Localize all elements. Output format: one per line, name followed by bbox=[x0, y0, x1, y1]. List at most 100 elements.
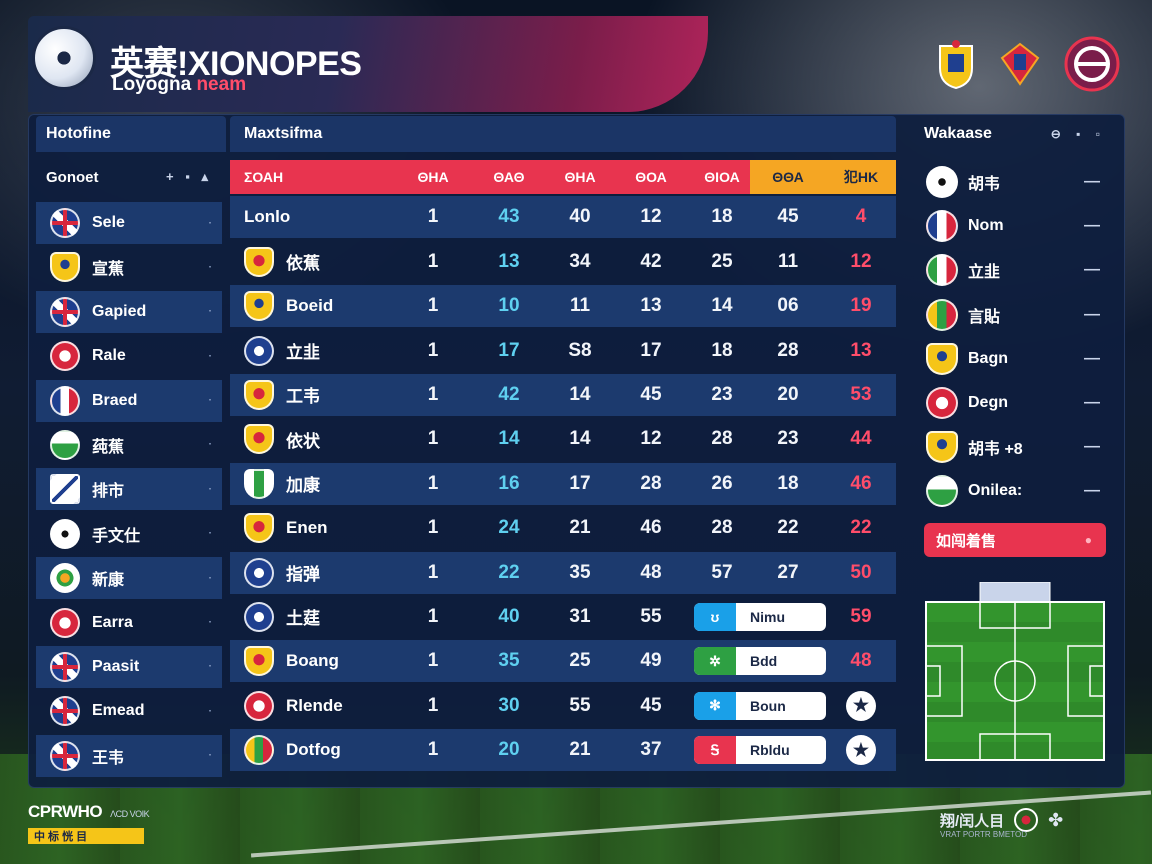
pill-icon: ✻ bbox=[694, 691, 736, 720]
collapse-icon[interactable]: — bbox=[1084, 438, 1100, 456]
status-pill-cell[interactable]: ✲ Bdd bbox=[694, 647, 826, 676]
left-list-item[interactable]: 排市 · bbox=[36, 468, 222, 511]
star-icon[interactable]: ★ bbox=[846, 690, 876, 721]
team-flag-icon bbox=[50, 429, 80, 460]
team-flag-icon bbox=[50, 385, 80, 416]
action-button[interactable]: 如闯着售 ● bbox=[924, 523, 1106, 557]
column-header[interactable]: ΣΟΑΗ bbox=[230, 160, 400, 194]
left-list-item[interactable]: 王韦 · bbox=[36, 734, 222, 777]
left-list-item[interactable]: Gapied · bbox=[36, 290, 222, 333]
left-list-item[interactable]: Rale · bbox=[36, 335, 222, 377]
table-row[interactable]: 指弹 1 22 35 48 57 27 50 bbox=[230, 551, 896, 594]
stat-cell: 42 bbox=[640, 250, 662, 272]
stat-cell: 1 bbox=[427, 206, 439, 228]
left-item-label: 莼蕉 bbox=[92, 438, 125, 456]
table-row[interactable]: 加康 1 16 17 28 26 18 46 bbox=[230, 462, 896, 505]
stat-cell: 48 bbox=[640, 561, 662, 583]
more-dot-icon: · bbox=[208, 705, 212, 717]
table-row[interactable]: 依状 1 14 14 12 28 23 44 bbox=[230, 418, 896, 460]
table-row[interactable]: Dotfog 1 20 21 37 Ꭶ Rbldu ★ bbox=[230, 729, 896, 772]
collapse-icon[interactable]: — bbox=[1084, 217, 1100, 235]
table-row[interactable]: 土莛 1 40 31 55 ʊ Nimu 59 bbox=[230, 596, 896, 638]
status-pill[interactable]: Ꭶ Rbldu bbox=[694, 736, 826, 765]
right-list-item[interactable]: Bagn — bbox=[914, 337, 1114, 381]
star-cell[interactable]: ★ bbox=[826, 735, 896, 766]
column-header[interactable]: ΘΑΘ bbox=[466, 160, 552, 194]
right-list-item[interactable]: 立韭 — bbox=[914, 248, 1114, 292]
left-list-item[interactable]: 手文仕 · bbox=[36, 513, 222, 555]
status-pill-cell[interactable]: Ꭶ Rbldu bbox=[694, 736, 826, 765]
status-pill-cell[interactable]: ✻ Boun bbox=[694, 691, 826, 720]
star-icon[interactable]: ★ bbox=[846, 735, 876, 766]
table-row[interactable]: 工韦 1 42 14 45 23 20 53 bbox=[230, 373, 896, 416]
status-pill-cell[interactable]: ʊ Nimu bbox=[694, 602, 826, 631]
left-list-item[interactable]: Earra · bbox=[36, 602, 222, 644]
stat-cell: 37 bbox=[640, 739, 662, 761]
left-item-label: 宣蕉 bbox=[92, 261, 125, 279]
stat-cell: 17 bbox=[498, 339, 520, 361]
right-list-item[interactable]: Nom — bbox=[914, 204, 1114, 248]
points-cell: 59 bbox=[850, 605, 872, 627]
table-row[interactable]: 依蕉 1 13 34 42 25 11 12 bbox=[230, 241, 896, 283]
left-list-item[interactable]: Braed · bbox=[36, 379, 222, 422]
team-flag-icon bbox=[50, 740, 80, 771]
crest-circle-icon[interactable] bbox=[1064, 36, 1120, 92]
collapse-icon[interactable]: — bbox=[1084, 350, 1100, 368]
left-list-item[interactable]: Emead · bbox=[36, 690, 222, 732]
right-list-item[interactable]: Degn — bbox=[914, 381, 1114, 425]
left-item-label: Emead bbox=[92, 702, 145, 720]
column-header[interactable]: ΘΟΑ bbox=[608, 160, 694, 194]
collapse-icon[interactable]: — bbox=[1084, 173, 1100, 191]
collapse-icon[interactable]: — bbox=[1084, 261, 1100, 279]
right-list-item[interactable]: 言貼 — bbox=[914, 293, 1114, 337]
more-dot-icon: · bbox=[208, 395, 212, 407]
right-controls[interactable]: ⊖ ▪ ▫ bbox=[1051, 116, 1106, 152]
crest-diamond-icon[interactable] bbox=[1000, 38, 1040, 90]
team-flag-icon bbox=[926, 431, 958, 464]
right-item-label: 胡韦 bbox=[968, 176, 1001, 194]
table-row[interactable]: Boang 1 35 25 49 ✲ Bdd 48 bbox=[230, 640, 896, 683]
star-cell[interactable]: ★ bbox=[826, 690, 896, 721]
status-pill[interactable]: ✻ Boun bbox=[694, 691, 826, 720]
share-icon[interactable]: ✤ bbox=[1048, 810, 1063, 831]
sponsor-logo-icon[interactable] bbox=[1014, 808, 1039, 832]
collapse-icon[interactable]: — bbox=[1084, 306, 1100, 324]
collapse-icon[interactable]: — bbox=[1084, 482, 1100, 500]
left-list-item[interactable]: Sele · bbox=[36, 202, 222, 244]
table-row[interactable]: Enen 1 24 21 46 28 22 22 bbox=[230, 507, 896, 549]
crest-shield-icon[interactable] bbox=[936, 38, 976, 90]
table-row[interactable]: Lonlo 1 43 40 12 18 45 4 bbox=[230, 196, 896, 239]
stat-cell: 18 bbox=[777, 472, 799, 494]
column-header[interactable]: ΘΗΑ bbox=[552, 160, 608, 194]
stat-cell: 55 bbox=[640, 605, 662, 627]
more-dot-icon: · bbox=[208, 483, 212, 495]
left-list-item[interactable]: 宣蕉 · bbox=[36, 246, 222, 288]
stat-cell: 1 bbox=[427, 561, 439, 583]
right-list-item[interactable]: 胡韦 — bbox=[914, 160, 1114, 204]
team-flag-icon bbox=[50, 296, 80, 327]
left-controls[interactable]: + ▪ ▴ bbox=[166, 169, 212, 185]
status-pill[interactable]: ✲ Bdd bbox=[694, 647, 826, 676]
column-header[interactable]: ΘΙΟΑ bbox=[694, 160, 750, 194]
left-list-item[interactable]: Paasit · bbox=[36, 645, 222, 688]
right-item-label: 胡韦 +8 bbox=[968, 441, 1023, 459]
right-list-item[interactable]: 胡韦 +8 — bbox=[914, 425, 1114, 469]
pitch-diagram[interactable] bbox=[924, 581, 1106, 762]
table-row[interactable]: Boeid 1 10 11 13 14 06 19 bbox=[230, 285, 896, 328]
pill-label: Bdd bbox=[750, 653, 778, 670]
footer-sponsor-sub: VRAT PORTR BMETOD bbox=[940, 830, 1027, 839]
left-list-item[interactable]: 新康 · bbox=[36, 557, 222, 600]
right-item-label: 立韭 bbox=[968, 264, 1001, 282]
status-pill[interactable]: ʊ Nimu bbox=[694, 602, 826, 631]
collapse-icon[interactable]: — bbox=[1084, 394, 1100, 412]
column-header[interactable]: ΘΘΑ bbox=[750, 160, 826, 194]
left-list-item[interactable]: 莼蕉 · bbox=[36, 424, 222, 466]
right-list-item[interactable]: Onilea: — bbox=[914, 469, 1114, 513]
right-panel-header: Wakaase ⊖ ▪ ▫ bbox=[914, 116, 1114, 152]
team-crest-icon bbox=[244, 690, 274, 721]
stat-cell: S8 bbox=[568, 339, 592, 361]
table-row[interactable]: Rlende 1 30 55 45 ✻ Boun ★ bbox=[230, 685, 896, 727]
column-header[interactable]: 犯ΗΚ bbox=[826, 160, 896, 194]
table-row[interactable]: 立韭 1 17 S8 17 18 28 13 bbox=[230, 330, 896, 372]
column-header[interactable]: ΘΗΑ bbox=[400, 160, 466, 194]
